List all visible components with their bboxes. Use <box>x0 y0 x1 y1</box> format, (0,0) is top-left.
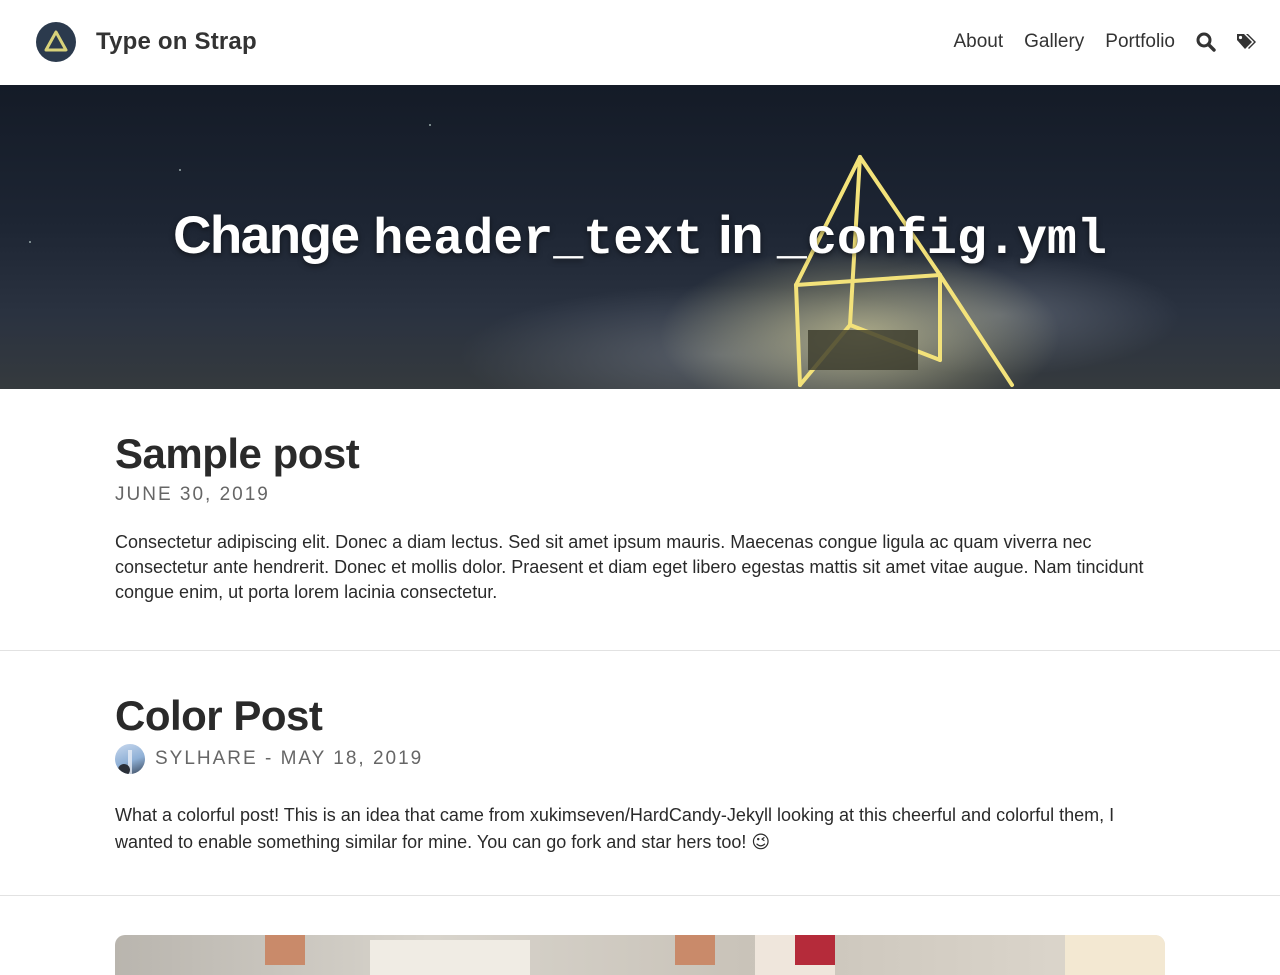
nav-link-gallery[interactable]: Gallery <box>1024 31 1084 53</box>
hero-title-code2: _config.yml <box>776 212 1107 269</box>
post-title[interactable]: Sample post <box>115 430 1165 478</box>
post-feature-image[interactable] <box>115 935 1165 975</box>
hero-title-code1: header_text <box>373 212 704 269</box>
search-icon[interactable] <box>1196 32 1216 52</box>
navbar: Type on Strap About Gallery Portfolio <box>0 0 1280 85</box>
post-excerpt: Consectetur adipiscing elit. Donec a dia… <box>115 532 1144 602</box>
tags-icon[interactable] <box>1236 32 1260 52</box>
nav-link-portfolio[interactable]: Portfolio <box>1105 31 1175 53</box>
post-divider <box>0 895 1280 896</box>
post-date: JUNE 30, 2019 <box>115 484 270 505</box>
post-excerpt: What a colorful post! This is an idea th… <box>115 805 1115 852</box>
site-logo[interactable] <box>36 22 76 62</box>
hero-title: Change header_text in _config.yml <box>0 205 1280 269</box>
hero-title-part3: in <box>717 206 764 265</box>
site-title[interactable]: Type on Strap <box>96 28 257 56</box>
nav-links: About Gallery Portfolio <box>953 26 1280 58</box>
post-divider <box>0 650 1280 651</box>
triangle-logo-icon <box>44 30 68 52</box>
post-item: Color Post SYLHARE - MAY 18, 2019 What a… <box>115 692 1165 856</box>
post-author-date: SYLHARE - MAY 18, 2019 <box>155 748 424 769</box>
post-item: Sample post JUNE 30, 2019 Consectetur ad… <box>115 430 1165 605</box>
post-meta: JUNE 30, 2019 <box>115 484 1165 506</box>
hero-banner: Change header_text in _config.yml <box>0 85 1280 389</box>
post-title[interactable]: Color Post <box>115 692 1165 740</box>
post-meta: SYLHARE - MAY 18, 2019 <box>115 744 1165 774</box>
hero-title-part1: Change <box>173 206 360 265</box>
author-avatar <box>115 744 145 774</box>
nav-link-about[interactable]: About <box>953 31 1003 53</box>
